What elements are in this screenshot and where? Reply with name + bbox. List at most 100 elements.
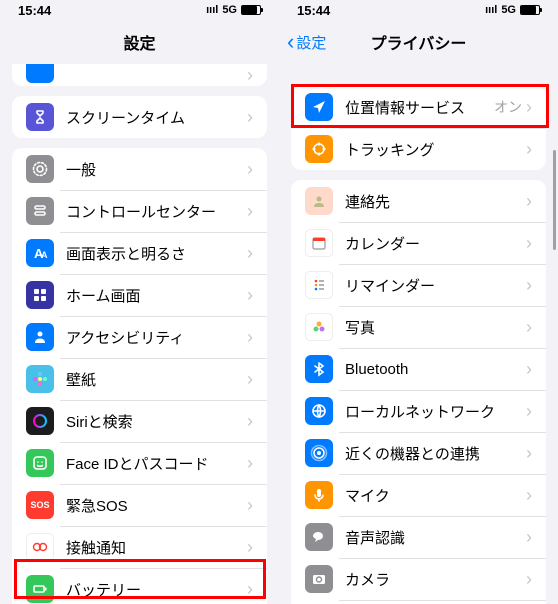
chevron-right-icon: › xyxy=(247,411,253,432)
grid-icon xyxy=(26,281,54,309)
page-title: プライバシー xyxy=(371,30,467,54)
list-item[interactable]: バッテリー › xyxy=(12,568,267,604)
camera-icon xyxy=(305,565,333,593)
status-bar: 15:44 ıııl 5G xyxy=(279,0,558,20)
list-section: 一般 › コントロールセンター › AA 画面表示と明るさ › ホーム画面 › … xyxy=(12,148,267,604)
list-item[interactable]: ローカルネットワーク › xyxy=(291,390,546,432)
signal-bars-icon: ıııl xyxy=(206,4,218,16)
list-item[interactable]: 壁紙 › xyxy=(12,358,267,400)
nav-bar: 設定 xyxy=(0,20,279,64)
contacts-icon xyxy=(305,187,333,215)
svg-text:A: A xyxy=(41,250,48,260)
face-icon xyxy=(26,449,54,477)
battery-icon xyxy=(26,575,54,603)
list-item[interactable]: スクリーンタイム › xyxy=(12,96,267,138)
list-item[interactable]: リマインダー › xyxy=(291,264,546,306)
exposure-icon xyxy=(26,533,54,561)
row-label: 連絡先 xyxy=(345,191,526,212)
row-label: Face IDとパスコード xyxy=(66,453,247,474)
list-item[interactable]: 近くの機器との連携 › xyxy=(291,432,546,474)
nearby-icon xyxy=(305,439,333,467)
scrollbar[interactable] xyxy=(553,70,556,370)
chevron-right-icon: › xyxy=(526,233,532,254)
chevron-right-icon: › xyxy=(247,453,253,474)
chevron-right-icon: › xyxy=(526,527,532,548)
list-item[interactable]: 一般 › xyxy=(12,148,267,190)
status-bar: 15:44 ıııl 5G xyxy=(0,0,279,20)
gear-icon xyxy=(26,155,54,183)
list-item[interactable]: 位置情報サービス オン › xyxy=(291,86,546,128)
row-value: オン xyxy=(494,97,522,117)
row-label: コントロールセンター xyxy=(66,201,247,222)
row-label: Siriと検索 xyxy=(66,411,247,432)
status-indicators: ıııl 5G xyxy=(206,4,261,16)
content-scroll[interactable]: 位置情報サービス オン › トラッキング › 連絡先 › カレンダー › リマイ… xyxy=(279,64,558,604)
list-item[interactable]: 接触通知 › xyxy=(12,526,267,568)
chevron-right-icon: › xyxy=(247,159,253,180)
phone-right: 15:44 ıııl 5G ‹ 設定 プライバシー 位置情報サービス オン › … xyxy=(279,0,558,604)
chevron-right-icon: › xyxy=(526,569,532,590)
generic-icon xyxy=(26,64,54,83)
row-label: 写真 xyxy=(345,317,526,338)
chevron-right-icon: › xyxy=(526,191,532,212)
list-section: › xyxy=(12,64,267,86)
chevron-right-icon: › xyxy=(247,201,253,222)
list-item[interactable]: コントロールセンター › xyxy=(12,190,267,232)
scrollbar-thumb[interactable] xyxy=(553,150,556,250)
back-label: 設定 xyxy=(296,32,326,53)
row-label: カメラ xyxy=(345,569,526,590)
list-item[interactable]: マイク › xyxy=(291,474,546,516)
status-time: 15:44 xyxy=(297,3,330,18)
hourglass-icon xyxy=(26,103,54,131)
list-item[interactable]: Siriと検索 › xyxy=(12,400,267,442)
location-icon xyxy=(305,93,333,121)
list-item[interactable]: トラッキング › xyxy=(291,128,546,170)
content-scroll[interactable]: › スクリーンタイム › 一般 › コントロールセンター › AA 画面表示と明… xyxy=(0,64,279,604)
chevron-right-icon: › xyxy=(526,401,532,422)
phone-left: 15:44 ıııl 5G 設定 › スクリーンタイム › 一般 › xyxy=(0,0,279,604)
list-item-partial[interactable]: › xyxy=(12,64,267,86)
mic-icon xyxy=(305,481,333,509)
chevron-right-icon: › xyxy=(247,107,253,128)
list-item[interactable]: 連絡先 › xyxy=(291,180,546,222)
list-item[interactable]: 写真 › xyxy=(291,306,546,348)
text-size-icon: AA xyxy=(26,239,54,267)
chevron-right-icon: › xyxy=(526,485,532,506)
chevron-right-icon: › xyxy=(247,495,253,516)
list-item[interactable]: カメラ › xyxy=(291,558,546,600)
sliders-icon xyxy=(26,197,54,225)
row-label: Bluetooth xyxy=(345,361,526,378)
list-item[interactable]: Bluetooth › xyxy=(291,348,546,390)
chevron-right-icon: › xyxy=(526,443,532,464)
chevron-right-icon: › xyxy=(526,97,532,118)
chevron-right-icon: › xyxy=(247,327,253,348)
chevron-right-icon: › xyxy=(247,243,253,264)
flower-icon xyxy=(26,365,54,393)
row-label: 位置情報サービス xyxy=(345,97,494,118)
list-item[interactable]: Face IDとパスコード › xyxy=(12,442,267,484)
signal-label: 5G xyxy=(222,4,237,16)
list-item[interactable]: ヘルスケア › xyxy=(291,600,546,604)
row-label: 近くの機器との連携 xyxy=(345,443,526,464)
row-label: 壁紙 xyxy=(66,369,247,390)
list-item[interactable]: アクセシビリティ › xyxy=(12,316,267,358)
bluetooth-icon xyxy=(305,355,333,383)
row-label: 一般 xyxy=(66,159,247,180)
page-title: 設定 xyxy=(123,30,155,54)
list-item[interactable]: ホーム画面 › xyxy=(12,274,267,316)
row-label: 緊急SOS xyxy=(66,495,247,516)
list-item[interactable]: カレンダー › xyxy=(291,222,546,264)
chevron-right-icon: › xyxy=(526,359,532,380)
calendar-icon xyxy=(305,229,333,257)
siri-icon xyxy=(26,407,54,435)
back-button[interactable]: ‹ 設定 xyxy=(287,29,326,55)
signal-bars-icon: ıııl xyxy=(485,4,497,16)
chevron-left-icon: ‹ xyxy=(287,29,294,55)
chevron-right-icon: › xyxy=(247,285,253,306)
list-item[interactable]: AA 画面表示と明るさ › xyxy=(12,232,267,274)
list-section: スクリーンタイム › xyxy=(12,96,267,138)
list-item[interactable]: SOS 緊急SOS › xyxy=(12,484,267,526)
speech-icon xyxy=(305,523,333,551)
list-item[interactable]: 音声認識 › xyxy=(291,516,546,558)
list-section: 連絡先 › カレンダー › リマインダー › 写真 › Bluetooth › … xyxy=(291,180,546,604)
